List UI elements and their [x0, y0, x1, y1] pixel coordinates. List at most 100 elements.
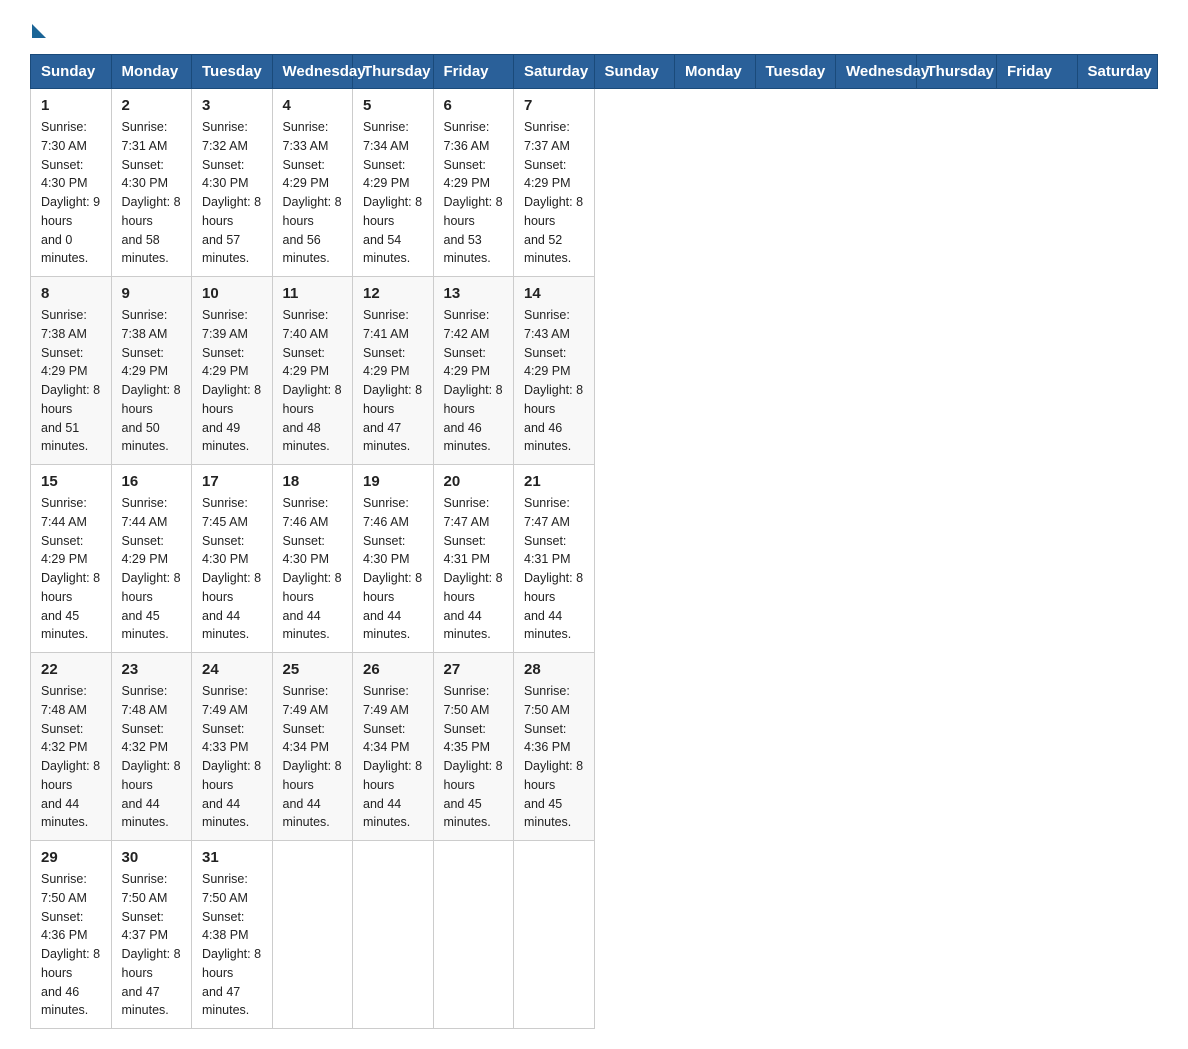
- day-cell: [272, 841, 353, 1029]
- calendar-table: SundayMondayTuesdayWednesdayThursdayFrid…: [30, 54, 1158, 1029]
- col-header-saturday: Saturday: [1077, 55, 1158, 89]
- week-row-1: 1 Sunrise: 7:30 AMSunset: 4:30 PMDayligh…: [31, 89, 1158, 277]
- day-number: 21: [524, 473, 584, 490]
- col-header-friday: Friday: [997, 55, 1078, 89]
- day-number: 23: [122, 661, 182, 678]
- day-info: Sunrise: 7:47 AMSunset: 4:31 PMDaylight:…: [524, 494, 584, 644]
- day-cell: 24 Sunrise: 7:49 AMSunset: 4:33 PMDaylig…: [192, 653, 273, 841]
- col-header-tuesday: Tuesday: [755, 55, 836, 89]
- col-header-monday: Monday: [111, 55, 192, 89]
- day-number: 6: [444, 97, 504, 114]
- day-info: Sunrise: 7:44 AMSunset: 4:29 PMDaylight:…: [122, 494, 182, 644]
- day-cell: 27 Sunrise: 7:50 AMSunset: 4:35 PMDaylig…: [433, 653, 514, 841]
- day-cell: 3 Sunrise: 7:32 AMSunset: 4:30 PMDayligh…: [192, 89, 273, 277]
- day-cell: 10 Sunrise: 7:39 AMSunset: 4:29 PMDaylig…: [192, 277, 273, 465]
- day-number: 16: [122, 473, 182, 490]
- day-info: Sunrise: 7:44 AMSunset: 4:29 PMDaylight:…: [41, 494, 101, 644]
- col-header-sunday: Sunday: [31, 55, 112, 89]
- day-number: 7: [524, 97, 584, 114]
- day-number: 24: [202, 661, 262, 678]
- day-cell: 29 Sunrise: 7:50 AMSunset: 4:36 PMDaylig…: [31, 841, 112, 1029]
- logo-triangle-icon: [32, 24, 46, 38]
- day-number: 26: [363, 661, 423, 678]
- day-cell: 30 Sunrise: 7:50 AMSunset: 4:37 PMDaylig…: [111, 841, 192, 1029]
- day-number: 11: [283, 285, 343, 302]
- col-header-sunday: Sunday: [594, 55, 675, 89]
- day-info: Sunrise: 7:37 AMSunset: 4:29 PMDaylight:…: [524, 118, 584, 268]
- day-number: 15: [41, 473, 101, 490]
- day-info: Sunrise: 7:32 AMSunset: 4:30 PMDaylight:…: [202, 118, 262, 268]
- day-info: Sunrise: 7:36 AMSunset: 4:29 PMDaylight:…: [444, 118, 504, 268]
- logo: [30, 20, 46, 34]
- col-header-thursday: Thursday: [353, 55, 434, 89]
- day-info: Sunrise: 7:46 AMSunset: 4:30 PMDaylight:…: [363, 494, 423, 644]
- day-cell: 9 Sunrise: 7:38 AMSunset: 4:29 PMDayligh…: [111, 277, 192, 465]
- day-cell: 12 Sunrise: 7:41 AMSunset: 4:29 PMDaylig…: [353, 277, 434, 465]
- day-number: 9: [122, 285, 182, 302]
- col-header-wednesday: Wednesday: [272, 55, 353, 89]
- day-number: 2: [122, 97, 182, 114]
- day-cell: 17 Sunrise: 7:45 AMSunset: 4:30 PMDaylig…: [192, 465, 273, 653]
- day-number: 10: [202, 285, 262, 302]
- day-cell: 7 Sunrise: 7:37 AMSunset: 4:29 PMDayligh…: [514, 89, 595, 277]
- day-cell: [514, 841, 595, 1029]
- day-cell: [353, 841, 434, 1029]
- day-number: 25: [283, 661, 343, 678]
- day-info: Sunrise: 7:43 AMSunset: 4:29 PMDaylight:…: [524, 306, 584, 456]
- day-info: Sunrise: 7:50 AMSunset: 4:38 PMDaylight:…: [202, 870, 262, 1020]
- day-info: Sunrise: 7:41 AMSunset: 4:29 PMDaylight:…: [363, 306, 423, 456]
- day-cell: 11 Sunrise: 7:40 AMSunset: 4:29 PMDaylig…: [272, 277, 353, 465]
- day-cell: 13 Sunrise: 7:42 AMSunset: 4:29 PMDaylig…: [433, 277, 514, 465]
- day-info: Sunrise: 7:30 AMSunset: 4:30 PMDaylight:…: [41, 118, 101, 268]
- logo-top: [30, 20, 46, 38]
- col-header-friday: Friday: [433, 55, 514, 89]
- day-info: Sunrise: 7:49 AMSunset: 4:33 PMDaylight:…: [202, 682, 262, 832]
- day-info: Sunrise: 7:50 AMSunset: 4:37 PMDaylight:…: [122, 870, 182, 1020]
- col-header-tuesday: Tuesday: [192, 55, 273, 89]
- day-info: Sunrise: 7:38 AMSunset: 4:29 PMDaylight:…: [122, 306, 182, 456]
- day-cell: 20 Sunrise: 7:47 AMSunset: 4:31 PMDaylig…: [433, 465, 514, 653]
- day-cell: 15 Sunrise: 7:44 AMSunset: 4:29 PMDaylig…: [31, 465, 112, 653]
- week-row-4: 22 Sunrise: 7:48 AMSunset: 4:32 PMDaylig…: [31, 653, 1158, 841]
- day-cell: 18 Sunrise: 7:46 AMSunset: 4:30 PMDaylig…: [272, 465, 353, 653]
- day-cell: 16 Sunrise: 7:44 AMSunset: 4:29 PMDaylig…: [111, 465, 192, 653]
- day-number: 17: [202, 473, 262, 490]
- week-row-2: 8 Sunrise: 7:38 AMSunset: 4:29 PMDayligh…: [31, 277, 1158, 465]
- day-cell: 28 Sunrise: 7:50 AMSunset: 4:36 PMDaylig…: [514, 653, 595, 841]
- col-header-monday: Monday: [675, 55, 756, 89]
- day-number: 12: [363, 285, 423, 302]
- page-header: [30, 20, 1158, 34]
- day-cell: 26 Sunrise: 7:49 AMSunset: 4:34 PMDaylig…: [353, 653, 434, 841]
- day-number: 18: [283, 473, 343, 490]
- day-number: 4: [283, 97, 343, 114]
- day-cell: 31 Sunrise: 7:50 AMSunset: 4:38 PMDaylig…: [192, 841, 273, 1029]
- day-number: 19: [363, 473, 423, 490]
- day-cell: 14 Sunrise: 7:43 AMSunset: 4:29 PMDaylig…: [514, 277, 595, 465]
- day-cell: 8 Sunrise: 7:38 AMSunset: 4:29 PMDayligh…: [31, 277, 112, 465]
- day-info: Sunrise: 7:42 AMSunset: 4:29 PMDaylight:…: [444, 306, 504, 456]
- day-info: Sunrise: 7:33 AMSunset: 4:29 PMDaylight:…: [283, 118, 343, 268]
- day-info: Sunrise: 7:49 AMSunset: 4:34 PMDaylight:…: [283, 682, 343, 832]
- day-number: 5: [363, 97, 423, 114]
- header-row: SundayMondayTuesdayWednesdayThursdayFrid…: [31, 55, 1158, 89]
- col-header-wednesday: Wednesday: [836, 55, 917, 89]
- day-info: Sunrise: 7:47 AMSunset: 4:31 PMDaylight:…: [444, 494, 504, 644]
- day-number: 29: [41, 849, 101, 866]
- day-number: 13: [444, 285, 504, 302]
- day-number: 22: [41, 661, 101, 678]
- day-info: Sunrise: 7:31 AMSunset: 4:30 PMDaylight:…: [122, 118, 182, 268]
- day-number: 14: [524, 285, 584, 302]
- day-number: 20: [444, 473, 504, 490]
- day-cell: 19 Sunrise: 7:46 AMSunset: 4:30 PMDaylig…: [353, 465, 434, 653]
- day-number: 1: [41, 97, 101, 114]
- day-cell: 4 Sunrise: 7:33 AMSunset: 4:29 PMDayligh…: [272, 89, 353, 277]
- day-info: Sunrise: 7:34 AMSunset: 4:29 PMDaylight:…: [363, 118, 423, 268]
- day-info: Sunrise: 7:48 AMSunset: 4:32 PMDaylight:…: [122, 682, 182, 832]
- day-info: Sunrise: 7:45 AMSunset: 4:30 PMDaylight:…: [202, 494, 262, 644]
- day-cell: 23 Sunrise: 7:48 AMSunset: 4:32 PMDaylig…: [111, 653, 192, 841]
- day-number: 30: [122, 849, 182, 866]
- day-info: Sunrise: 7:38 AMSunset: 4:29 PMDaylight:…: [41, 306, 101, 456]
- day-info: Sunrise: 7:49 AMSunset: 4:34 PMDaylight:…: [363, 682, 423, 832]
- day-cell: 25 Sunrise: 7:49 AMSunset: 4:34 PMDaylig…: [272, 653, 353, 841]
- day-info: Sunrise: 7:50 AMSunset: 4:36 PMDaylight:…: [41, 870, 101, 1020]
